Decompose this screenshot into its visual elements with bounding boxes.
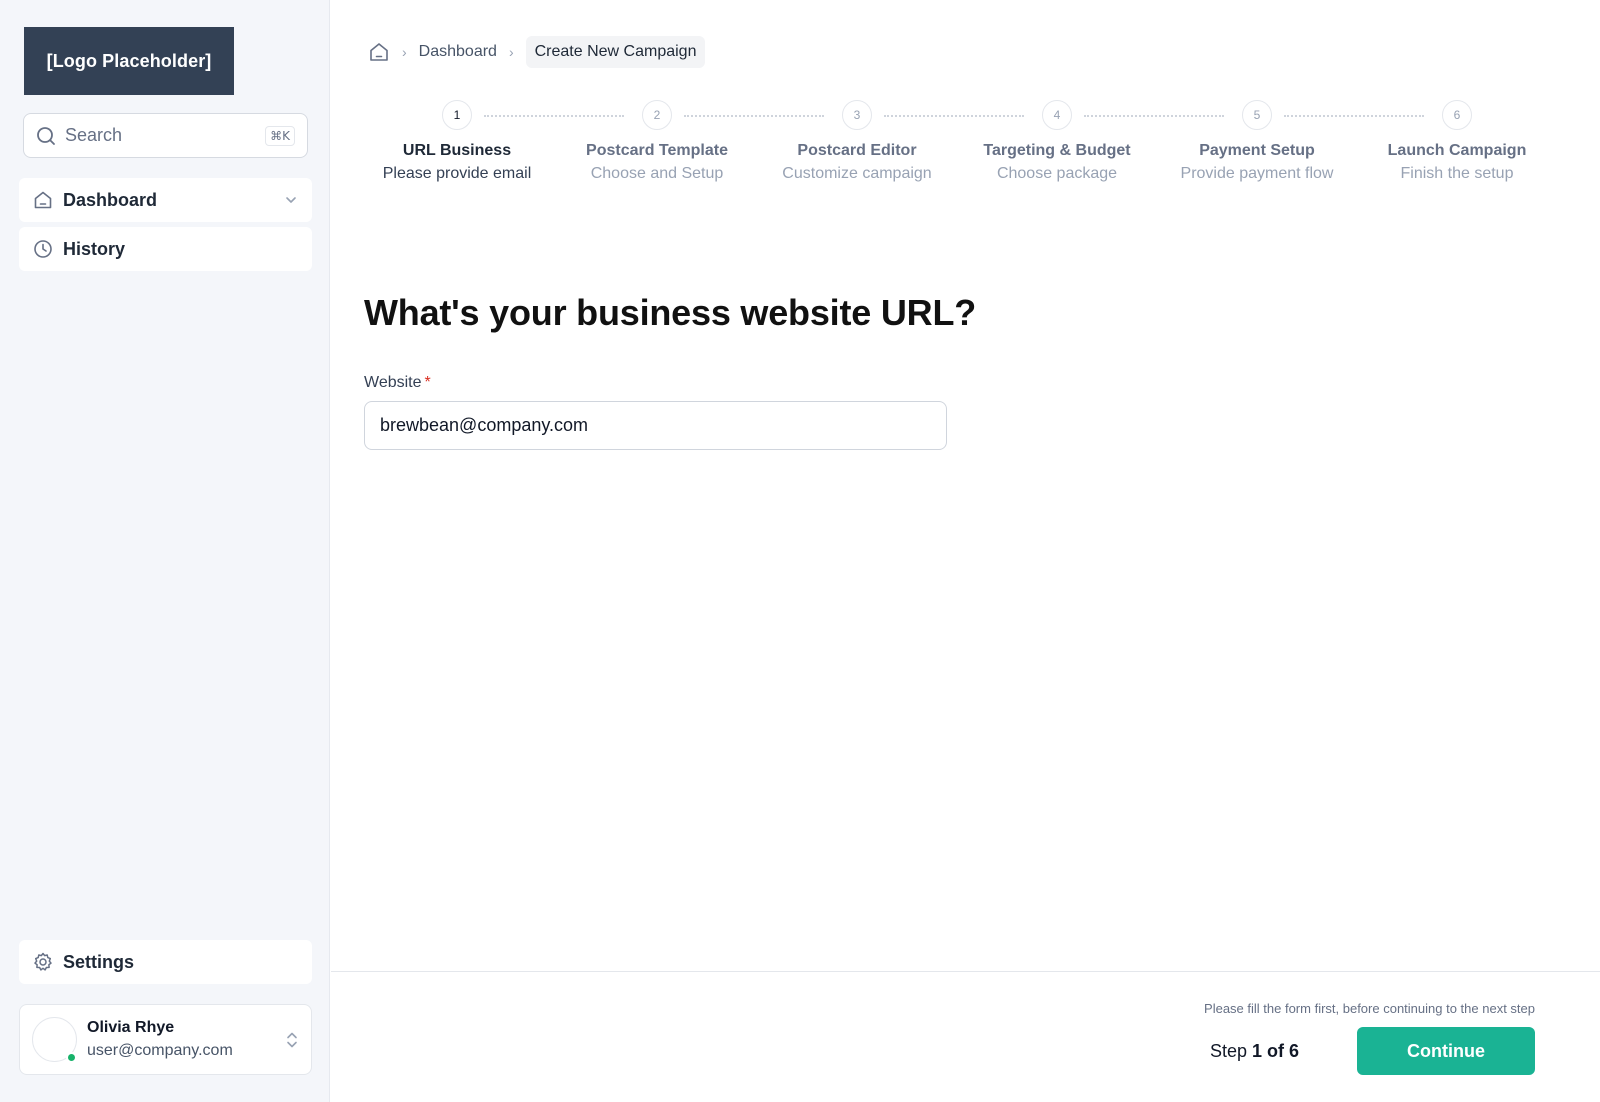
- required-mark: *: [424, 374, 431, 391]
- step-number: 5: [1242, 100, 1272, 130]
- breadcrumb: › Dashboard › Create New Campaign: [368, 36, 706, 68]
- step-counter-value: 1 of 6: [1251, 1041, 1299, 1061]
- step-subtitle: Customize campaign: [782, 165, 932, 182]
- step-number: 1: [442, 100, 472, 130]
- step-launch-campaign[interactable]: 6 Launch Campaign Finish the setup: [1357, 100, 1557, 183]
- avatar: [32, 1017, 77, 1063]
- step-title: Postcard Editor: [797, 142, 917, 159]
- chevron-right-icon: ›: [508, 44, 514, 60]
- gear-icon: [34, 952, 52, 971]
- footer-bar: Please fill the form first, before conti…: [331, 971, 1600, 1102]
- step-subtitle: Provide payment flow: [1180, 165, 1334, 182]
- step-url-business[interactable]: 1 URL Business Please provide email: [357, 100, 557, 183]
- step-subtitle: Choose and Setup: [590, 165, 724, 182]
- step-targeting-budget[interactable]: 4 Targeting & Budget Choose package: [957, 100, 1157, 183]
- step-postcard-editor[interactable]: 3 Postcard Editor Customize campaign: [757, 100, 957, 183]
- chevron-selector-icon[interactable]: [285, 1031, 299, 1049]
- step-title: Postcard Template: [586, 142, 728, 159]
- website-input[interactable]: [364, 401, 947, 450]
- step-subtitle: Please provide email: [382, 165, 532, 182]
- step-number: 6: [1442, 100, 1472, 130]
- breadcrumb-current: Create New Campaign: [525, 36, 706, 68]
- step-postcard-template[interactable]: 2 Postcard Template Choose and Setup: [557, 100, 757, 183]
- sidebar-item-dashboard[interactable]: Dashboard: [19, 178, 312, 222]
- user-account-card[interactable]: Olivia Rhye user@company.com: [19, 1004, 312, 1075]
- page-title: What's your business website URL?: [364, 292, 977, 333]
- step-number: 4: [1042, 100, 1072, 130]
- step-title: Targeting & Budget: [983, 142, 1131, 159]
- step-counter: Step 1 of 6: [1210, 1041, 1299, 1062]
- chevron-right-icon: ›: [402, 44, 407, 60]
- step-subtitle: Finish the setup: [1400, 165, 1514, 182]
- breadcrumb-dashboard[interactable]: Dashboard: [419, 43, 497, 61]
- sidebar-item-history[interactable]: History: [19, 227, 312, 271]
- search-placeholder: Search: [65, 125, 123, 145]
- step-number: 3: [842, 100, 872, 130]
- user-name: Olivia Rhye: [87, 1019, 175, 1036]
- step-payment-setup[interactable]: 5 Payment Setup Provide payment flow: [1157, 100, 1357, 183]
- clock-icon: [34, 240, 52, 258]
- user-email: user@company.com: [87, 1042, 233, 1059]
- home-icon[interactable]: [368, 41, 390, 63]
- user-info: Olivia Rhye user@company.com: [87, 1019, 285, 1060]
- website-label-text: Website: [364, 374, 422, 391]
- step-subtitle: Choose package: [996, 165, 1118, 182]
- search-input[interactable]: Search ⌘K: [23, 113, 308, 158]
- sidebar-item-label: History: [63, 238, 126, 259]
- step-title: URL Business: [402, 142, 512, 159]
- website-label: Website *: [364, 374, 431, 392]
- online-status-dot: [66, 1052, 77, 1063]
- step-counter-prefix: Step: [1209, 1041, 1247, 1061]
- sidebar-item-settings[interactable]: Settings: [19, 940, 312, 984]
- logo[interactable]: [Logo Placeholder]: [24, 27, 234, 95]
- sidebar: [Logo Placeholder] Search ⌘K Dashboard H…: [0, 0, 330, 1102]
- footer-hint: Please fill the form first, before conti…: [1204, 1001, 1535, 1016]
- shortcut-badge: ⌘K: [265, 125, 295, 146]
- search-icon: [37, 126, 55, 145]
- step-title: Launch Campaign: [1387, 142, 1527, 159]
- chevron-down-icon[interactable]: [284, 193, 298, 207]
- continue-button[interactable]: Continue: [1357, 1027, 1535, 1075]
- sidebar-item-label: Dashboard: [63, 189, 158, 210]
- sidebar-item-label: Settings: [63, 951, 135, 972]
- step-title: Payment Setup: [1199, 142, 1315, 159]
- progress-stepper: 1 URL Business Please provide email 2 Po…: [354, 100, 1584, 200]
- home-icon: [34, 191, 52, 209]
- step-number: 2: [642, 100, 672, 130]
